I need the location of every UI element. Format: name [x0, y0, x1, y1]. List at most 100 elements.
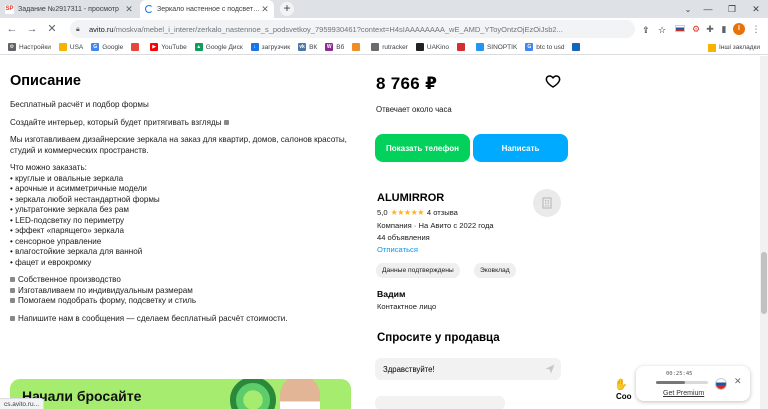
bookmark-star-icon[interactable]: ☆ — [656, 24, 668, 36]
download-icon: ↓ — [250, 43, 259, 51]
bookmark-red[interactable] — [456, 43, 468, 51]
gear-extension-icon[interactable]: ⚙ — [690, 23, 702, 35]
description-paragraph: Бесплатный расчёт и подбор формы — [10, 100, 149, 109]
emoji-icon — [10, 277, 15, 283]
recorder-progress-fill — [656, 381, 685, 384]
back-arrow-icon[interactable]: ← — [4, 21, 20, 37]
verified-badge[interactable]: Данные подтверждены — [376, 263, 460, 278]
price: 8 766 ₽ — [376, 74, 438, 93]
message-input[interactable] — [375, 358, 561, 380]
list-item: • круглые и овальные зеркала — [10, 173, 124, 183]
close-tab-icon[interactable]: ✕ — [260, 4, 270, 15]
emoji-icon — [10, 298, 15, 304]
bookmark-uakino[interactable]: UAKino — [415, 43, 449, 51]
eco-badge[interactable]: Эковклад — [474, 263, 516, 278]
bookmark-google[interactable]: G Google — [91, 43, 123, 51]
loading-spinner-icon — [145, 5, 153, 13]
tab-title: Зеркало настенное с подсветкой — [157, 5, 260, 13]
contact-role: Контактное лицо — [377, 302, 437, 311]
rating-stars-icon: ★★★★★ — [390, 208, 425, 217]
list-item: • сенсорное управление — [10, 236, 102, 246]
list-item: • влагостойкие зеркала для ванной — [10, 247, 143, 256]
puzzle-extensions-icon[interactable]: ✚ — [704, 23, 716, 35]
seller-name[interactable]: ALUMIRROR — [377, 192, 444, 204]
banner-ring-graphic — [230, 379, 276, 409]
app-icon — [572, 43, 581, 51]
send-icon[interactable] — [544, 363, 556, 375]
lock-icon[interactable]: 🔒︎ — [76, 26, 83, 33]
write-message-button[interactable]: Написать — [473, 134, 568, 162]
page-content: Описание Бесплатный расчёт и подбор форм… — [0, 56, 768, 409]
bookmark-app[interactable] — [131, 43, 142, 51]
get-premium-link[interactable]: Get Premium — [663, 390, 704, 397]
list-item: • ультратонкие зеркала без рам — [10, 205, 129, 214]
bookmark-usa[interactable]: USA — [58, 43, 83, 51]
bookmark-sinoptik[interactable]: SINOPTIK — [475, 43, 517, 51]
other-bookmarks[interactable]: Інші закладки — [707, 40, 760, 55]
feature-item: Собственное производство — [10, 275, 350, 286]
vk-icon: vk — [298, 43, 307, 51]
seller-rating[interactable]: 5,0 ★★★★★ 4 отзыва — [377, 208, 458, 217]
list-item: • арочные и асимметричные модели — [10, 184, 147, 193]
building-icon — [542, 197, 552, 209]
bookmark-btc[interactable]: Gbtc to usd — [525, 43, 564, 51]
show-phone-button[interactable]: Показать телефон — [375, 134, 470, 162]
minimize-icon[interactable]: — — [696, 4, 720, 14]
ads-count[interactable]: 44 объявления — [377, 233, 430, 242]
promo-banner[interactable]: Начали бросайте — [10, 379, 351, 409]
description-paragraph: Создайте интерьер, который будет притяги… — [10, 118, 350, 129]
folder-icon — [707, 43, 716, 52]
bookmark-rutracker[interactable]: rutracker — [371, 43, 408, 51]
tab-task[interactable]: SP Задание №2917311 - просмотр ✕ — [0, 0, 138, 18]
language-flag-icon[interactable] — [674, 23, 686, 35]
scrollbar-thumb[interactable] — [761, 252, 767, 314]
maximize-icon[interactable]: ❐ — [720, 4, 744, 15]
feature-item: Помогаем подобрать форму, подсветку и ст… — [10, 296, 350, 307]
close-tab-icon[interactable]: ✕ — [124, 4, 134, 15]
close-icon[interactable]: ✕ — [734, 376, 742, 387]
flag-extension-icon[interactable] — [642, 22, 654, 34]
order-heading: Что можно заказать: — [10, 163, 87, 172]
tab-strip: SP Задание №2917311 - просмотр ✕ Зеркало… — [0, 0, 768, 18]
tab-avito[interactable]: Зеркало настенное с подсветкой ✕ — [140, 0, 274, 18]
reply-time: Отвечает около часа — [376, 105, 452, 114]
bookmark-youtube[interactable]: ▶ YouTube — [150, 43, 187, 51]
emoji-icon — [10, 315, 15, 321]
recorder-time: 00:25:45 — [666, 371, 693, 377]
close-window-icon[interactable]: ✕ — [744, 4, 768, 15]
new-tab-button[interactable]: + — [280, 2, 294, 16]
bookmark-google-drive[interactable]: ▲ Google Диск — [194, 43, 243, 51]
emoji-icon — [10, 287, 15, 293]
list-item: • LED-подсветку по периметру — [10, 215, 125, 225]
features-list: Собственное производство Изготавливаем п… — [10, 275, 350, 307]
google-icon: G — [525, 43, 534, 51]
profile-avatar-icon[interactable]: I — [733, 23, 745, 35]
page-scrollbar[interactable] — [760, 56, 768, 409]
close-loading-icon[interactable]: ✕ — [44, 21, 60, 37]
banner-person-image — [280, 379, 320, 409]
youtube-icon: ▶ — [150, 43, 159, 51]
forward-arrow-icon[interactable]: → — [24, 21, 40, 37]
recorder-progress[interactable] — [656, 381, 708, 384]
app-icon — [352, 43, 361, 51]
partial-button[interactable] — [375, 396, 505, 409]
russia-flag-icon[interactable] — [715, 378, 727, 390]
tab-search-chevron-icon[interactable]: ⌄ — [680, 5, 696, 14]
order-list: Что можно заказать: • круглые и овальные… — [10, 163, 350, 268]
bookmark-wb[interactable]: W Вб — [325, 43, 344, 51]
unsubscribe-link[interactable]: Отписаться — [377, 245, 418, 254]
app-icon — [456, 43, 465, 51]
reading-list-icon[interactable]: ▮ — [718, 23, 730, 35]
address-bar[interactable]: 🔒︎ avito.ru/moskva/mebel_i_interer/zerka… — [70, 20, 635, 38]
heart-favorite-icon[interactable] — [545, 73, 561, 89]
description-paragraph: Мы изготавливаем дизайнерские зеркала на… — [10, 135, 347, 155]
bookmark-vk[interactable]: vk ВК — [298, 43, 317, 51]
wb-icon: W — [325, 43, 334, 51]
menu-dots-icon[interactable]: ⋮ — [750, 23, 762, 35]
bookmark-settings[interactable]: ⚙ Настройки — [8, 43, 51, 51]
bookmark-blue[interactable] — [572, 43, 583, 51]
bookmark-downloader[interactable]: ↓ загрузчик — [250, 43, 290, 51]
bookmark-orange[interactable] — [352, 43, 363, 51]
seller-logo[interactable] — [533, 189, 561, 217]
description-body: Бесплатный расчёт и подбор формы Создайт… — [10, 100, 350, 331]
